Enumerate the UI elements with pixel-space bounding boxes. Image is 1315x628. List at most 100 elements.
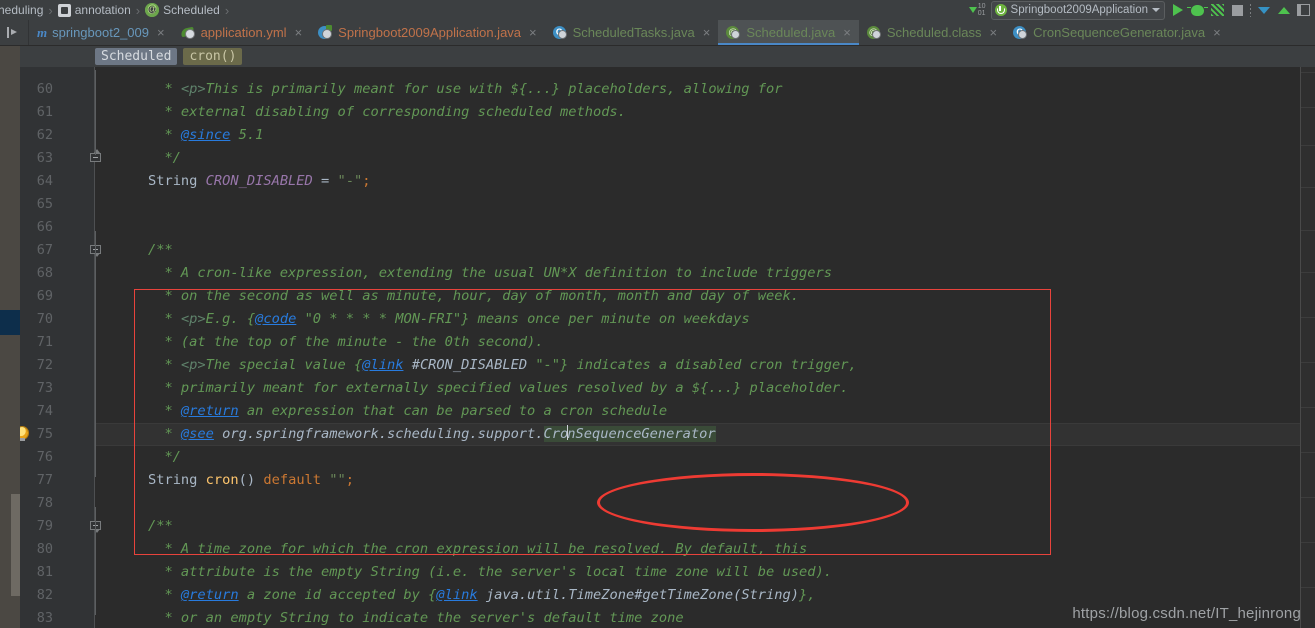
code-line[interactable]: /** bbox=[115, 239, 173, 262]
sync-icon[interactable] bbox=[949, 3, 964, 18]
line-number: 60 bbox=[36, 81, 53, 97]
tab-close-icon[interactable]: × bbox=[990, 25, 998, 40]
code-token: String bbox=[147, 472, 206, 488]
code-line[interactable]: */ bbox=[115, 446, 181, 469]
code-line[interactable]: * (at the top of the minute - the 0th se… bbox=[115, 331, 543, 354]
code-line[interactable]: * @return a zone id accepted by {@link j… bbox=[115, 584, 815, 607]
breadcrumb-separator: › bbox=[224, 2, 230, 18]
code-line[interactable]: * A cron-like expression, extending the … bbox=[115, 262, 832, 285]
code-token: @since bbox=[180, 127, 231, 143]
code-token: * bbox=[156, 426, 181, 442]
tab-label: application.yml bbox=[200, 25, 287, 40]
breadcrumb-label: annotation bbox=[74, 3, 131, 17]
code-content[interactable]: * <p>This is primarily meant for use wit… bbox=[115, 67, 1315, 628]
layout-panel-button[interactable] bbox=[1296, 3, 1311, 18]
debug-button[interactable] bbox=[1187, 3, 1208, 18]
tab-close-icon[interactable]: × bbox=[843, 25, 851, 40]
tab-scheduledtasks-java[interactable]: C ScheduledTasks.java × bbox=[545, 20, 719, 45]
tab-application-yml[interactable]: application.yml × bbox=[173, 20, 311, 45]
code-line[interactable]: /** bbox=[115, 515, 173, 538]
code-line[interactable]: * primarily meant for externally specifi… bbox=[115, 377, 848, 400]
code-line[interactable]: String cron() default ""; bbox=[115, 469, 354, 492]
scrollbar-marker bbox=[1301, 587, 1315, 588]
commit-button[interactable] bbox=[1276, 3, 1291, 18]
code-token: * attribute is the empty String (i.e. th… bbox=[156, 564, 832, 580]
search-icon[interactable] bbox=[911, 3, 926, 18]
code-line[interactable]: * external disabling of corresponding sc… bbox=[115, 101, 625, 124]
code-line[interactable] bbox=[115, 193, 123, 216]
coverage-button[interactable] bbox=[1210, 3, 1225, 18]
breadcrumb-class-scheduled[interactable]: Scheduled bbox=[95, 48, 178, 65]
tab-springboot2_009[interactable]: m springboot2_009 × bbox=[29, 20, 173, 45]
code-token: <p> bbox=[180, 81, 206, 97]
scrollbar-marker bbox=[1301, 497, 1315, 498]
code-line[interactable]: * A time zone for which the cron express… bbox=[115, 538, 807, 561]
code-line[interactable]: * @see org.springframework.scheduling.su… bbox=[115, 423, 716, 446]
run-button[interactable] bbox=[1170, 3, 1185, 18]
code-editor[interactable]: 60 61 62 63 64 65 66 67 68 69 70 71 72 73 74 75 76 77 78 79… bbox=[20, 67, 1315, 628]
tab-close-icon[interactable]: × bbox=[703, 25, 711, 40]
code-line[interactable]: * @return an expression that can be pars… bbox=[115, 400, 667, 423]
build-project-icon[interactable]: 10 01 bbox=[968, 3, 986, 17]
stop-button[interactable] bbox=[1230, 3, 1245, 18]
main-toolbar: heduling › annotation › Scheduled › 1001 bbox=[0, 0, 1315, 20]
code-token: @link bbox=[362, 357, 404, 373]
code-line[interactable]: * on the second as well as minute, hour,… bbox=[115, 285, 799, 308]
editor-scrollbar[interactable] bbox=[1300, 67, 1315, 628]
run-configuration-selector[interactable]: Springboot2009Application bbox=[990, 0, 1165, 20]
breadcrumb-item-package[interactable]: heduling bbox=[0, 3, 45, 17]
code-line[interactable] bbox=[115, 492, 123, 515]
tab-scheduled-class[interactable]: @ Scheduled.class × bbox=[859, 20, 1005, 45]
code-token: * or an empty String to indicate the ser… bbox=[156, 610, 684, 626]
hide-tabs-button[interactable] bbox=[0, 20, 29, 45]
tab-close-icon[interactable]: × bbox=[157, 25, 165, 40]
code-token: * bbox=[156, 311, 181, 327]
editor-gutter[interactable]: 60 61 62 63 64 65 66 67 68 69 70 71 72 73 74 75 76 77 78 79… bbox=[20, 67, 101, 628]
fold-guide-line bbox=[95, 507, 96, 615]
tab-close-icon[interactable]: × bbox=[295, 25, 303, 40]
tab-close-icon[interactable]: × bbox=[1213, 25, 1221, 40]
left-strip-scrollbar-thumb[interactable] bbox=[11, 494, 20, 596]
tab-scheduled-java[interactable]: @ Scheduled.java × bbox=[718, 20, 859, 45]
arrow-up-icon bbox=[1277, 6, 1290, 14]
breadcrumb-item-annotation[interactable]: annotation bbox=[56, 3, 133, 17]
code-token: * bbox=[156, 403, 181, 419]
code-token: /** bbox=[147, 518, 173, 534]
grid-icon[interactable] bbox=[930, 3, 945, 18]
code-line[interactable]: * <p>The special value {@link #CRON_DISA… bbox=[115, 354, 856, 377]
java-class-icon: C bbox=[552, 25, 568, 40]
tab-cronsequencegenerator-java[interactable]: C CronSequenceGenerator.java × bbox=[1005, 20, 1229, 45]
code-token: ; bbox=[362, 173, 371, 189]
breadcrumb-item-scheduled[interactable]: Scheduled bbox=[143, 2, 222, 17]
code-line[interactable] bbox=[115, 216, 123, 239]
update-project-button[interactable] bbox=[1256, 3, 1271, 18]
toolbar-divider bbox=[1250, 3, 1251, 17]
tab-springboot2009application-java[interactable]: Springboot2009Application.java × bbox=[310, 20, 544, 45]
code-token: * bbox=[156, 81, 181, 97]
line-number: 79 bbox=[36, 518, 53, 534]
code-line[interactable]: String CRON_DISABLED = "-"; bbox=[115, 170, 371, 193]
code-line[interactable]: */ bbox=[115, 147, 181, 170]
line-number: 65 bbox=[36, 196, 53, 212]
code-line[interactable]: * <p>E.g. {@code "0 * * * * MON-FRI"} me… bbox=[115, 308, 749, 331]
code-line[interactable]: * attribute is the empty String (i.e. th… bbox=[115, 561, 832, 584]
editor-tab-bar: m springboot2_009 × application.yml × Sp… bbox=[0, 20, 1315, 46]
code-line[interactable]: * or an empty String to indicate the ser… bbox=[115, 607, 684, 628]
code-line[interactable]: * <p>This is primarily meant for use wit… bbox=[115, 78, 782, 101]
breadcrumb-method-cron[interactable]: cron() bbox=[183, 48, 243, 65]
selected-text[interactable]: CronSequenceGenerator bbox=[543, 425, 716, 442]
code-token: @see bbox=[180, 426, 214, 442]
code-line[interactable]: * @since 5.1 bbox=[115, 124, 263, 147]
intention-bulb-icon[interactable] bbox=[20, 427, 30, 442]
play-icon bbox=[1172, 4, 1183, 16]
tab-close-icon[interactable]: × bbox=[529, 25, 537, 40]
annotation-class-icon: @ bbox=[866, 25, 882, 40]
text-caret bbox=[567, 425, 569, 440]
scrollbar-marker bbox=[1301, 542, 1315, 543]
stop-icon bbox=[1232, 4, 1243, 16]
scrollbar-marker bbox=[1301, 107, 1315, 108]
code-token: () bbox=[238, 472, 264, 488]
code-token: * bbox=[156, 587, 181, 603]
code-token: <p> bbox=[180, 311, 206, 327]
breadcrumb-label: heduling bbox=[0, 3, 44, 17]
